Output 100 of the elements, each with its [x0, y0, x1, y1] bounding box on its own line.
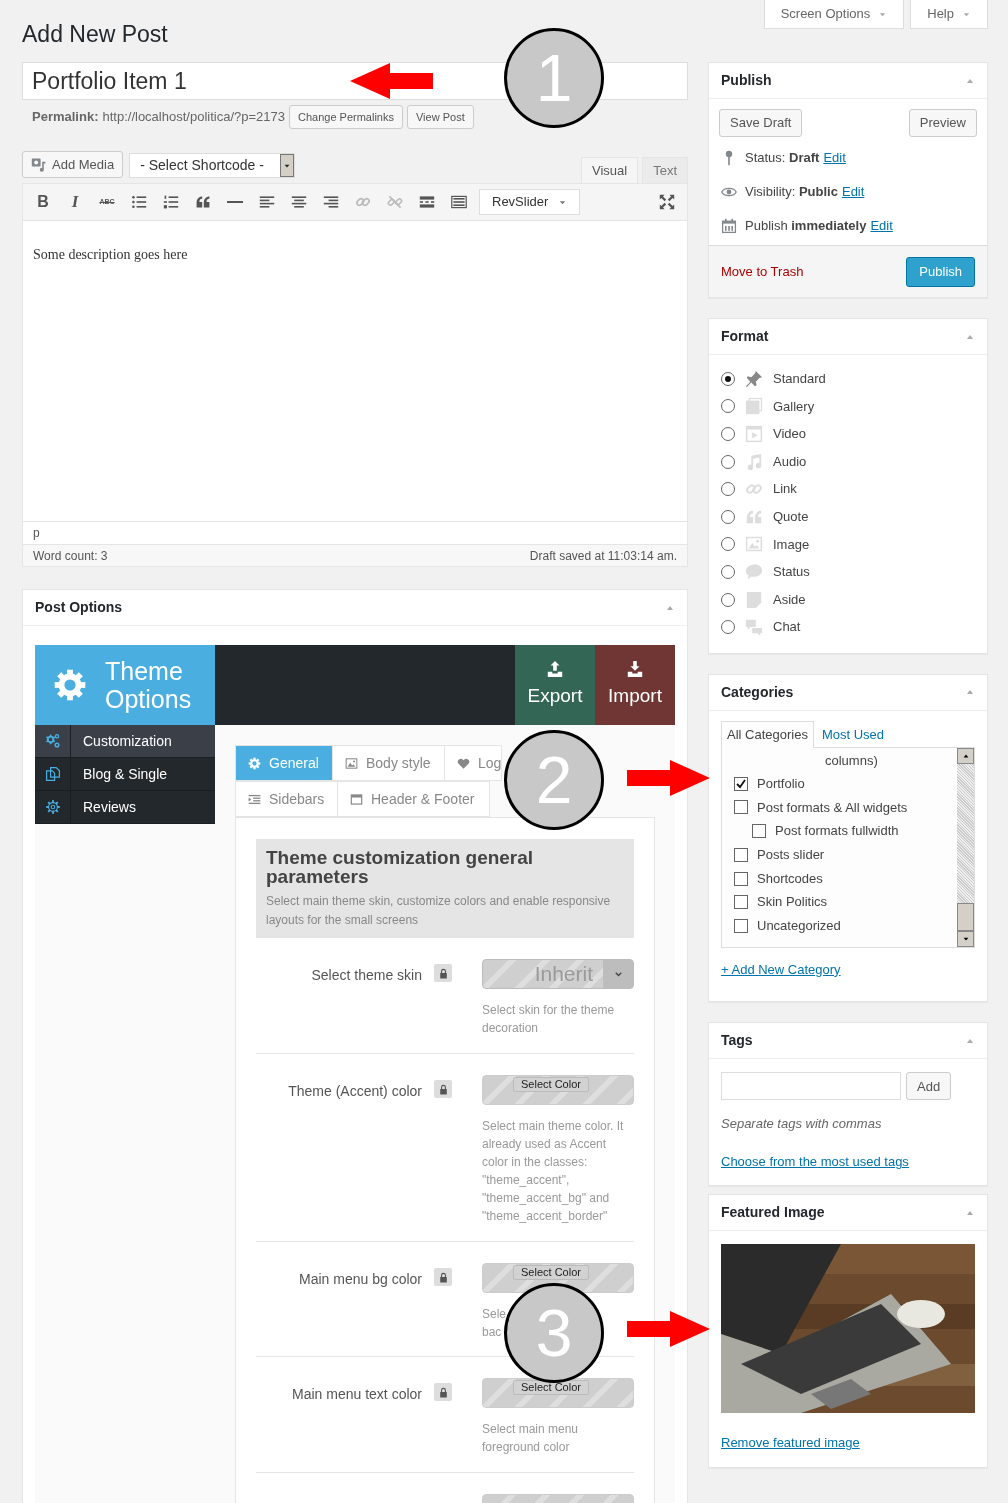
color-field[interactable]: Select Color	[482, 1263, 634, 1293]
category-label: Post formats & All widgets	[757, 798, 908, 817]
radio-button[interactable]	[721, 427, 735, 441]
field-label: Theme (Accent) color	[288, 1082, 422, 1101]
save-draft-button[interactable]: Save Draft	[719, 109, 803, 137]
color-field[interactable]: Select Color	[482, 1075, 634, 1105]
radio-button[interactable]	[721, 620, 735, 635]
field-hint: bac	[482, 1324, 502, 1341]
options-tab[interactable]: Sidebars	[235, 781, 338, 817]
format-label: Video	[773, 425, 806, 444]
element-path: p	[33, 525, 40, 542]
calendar-icon	[721, 218, 737, 234]
format-label: Quote	[773, 508, 809, 526]
scrollbar[interactable]	[957, 747, 974, 947]
select-color-button[interactable]: Select Color	[513, 1380, 589, 1395]
category-checkbox[interactable]	[734, 800, 748, 815]
category-checkbox[interactable]	[734, 871, 748, 886]
category-label: Portfolio	[757, 775, 805, 794]
preview-button[interactable]: Preview	[908, 109, 977, 137]
radio-button[interactable]	[721, 592, 735, 607]
field-label: Main menu bg color	[299, 1270, 422, 1289]
align-center-icon	[291, 194, 307, 210]
radio-button[interactable]	[721, 537, 735, 552]
edit-link[interactable]: Edit	[870, 216, 893, 236]
lock-badge[interactable]	[434, 1268, 452, 1286]
window-icon	[350, 792, 363, 806]
options-tab[interactable]: Log	[444, 745, 502, 781]
select-color-button[interactable]: Select Color	[513, 1265, 589, 1280]
add-tag-button[interactable]: Add	[906, 1072, 952, 1101]
category-checkbox[interactable]	[734, 776, 748, 791]
export-button[interactable]: Export	[515, 645, 595, 725]
screen-meta-tab[interactable]: Screen Options	[763, 0, 905, 29]
options-menu-item[interactable]: Reviews	[35, 791, 215, 824]
permalink-button[interactable]: Change Permalinks	[289, 105, 403, 129]
format-label: Chat	[773, 618, 801, 637]
radio-button[interactable]	[721, 509, 735, 524]
lock-badge[interactable]	[434, 964, 452, 982]
fullscreen-icon	[659, 194, 675, 210]
radio-button[interactable]	[721, 371, 735, 386]
field-hint: Sele	[482, 1306, 507, 1323]
speech-bubble-icon	[745, 562, 763, 581]
remove-image-link[interactable]: Remove featured image	[721, 1433, 975, 1453]
screen-meta-tab[interactable]: Help	[910, 0, 988, 29]
copy-icon	[44, 766, 61, 782]
most-used-tags-link[interactable]: Choose from the most used tags	[721, 1151, 975, 1172]
add-media-button[interactable]: Add Media	[22, 151, 124, 178]
category-tab[interactable]: Most Used	[813, 720, 893, 748]
lock-icon	[437, 1386, 449, 1398]
bold-button[interactable]: B	[27, 188, 59, 216]
options-tab[interactable]: Header & Footer	[337, 781, 490, 817]
format-label: Gallery	[773, 397, 815, 416]
category-checkbox[interactable]	[752, 824, 766, 839]
indent-list-icon	[248, 792, 261, 806]
heart-icon	[457, 756, 470, 770]
field-label: Main menu text color	[292, 1385, 422, 1404]
edit-link[interactable]: Edit	[841, 182, 865, 202]
image-icon	[745, 535, 763, 554]
align-right-icon	[323, 194, 339, 210]
radio-button[interactable]	[721, 454, 735, 469]
read-more-icon	[419, 194, 435, 210]
upload-icon	[546, 659, 564, 678]
category-label: columns)	[825, 751, 878, 770]
lock-icon	[437, 1271, 449, 1283]
field-hint: Select skin for the theme decoration	[482, 1002, 616, 1037]
gears-icon	[44, 733, 61, 749]
add-category-link[interactable]: + Add New Category	[721, 959, 975, 980]
theme-options-brand: Theme Options	[35, 645, 215, 725]
import-button[interactable]: Import	[595, 645, 675, 725]
tags-hint: Separate tags with commas	[721, 1115, 883, 1134]
format-label: Audio	[773, 452, 807, 471]
editor-mode-tab[interactable]: Text	[642, 157, 688, 183]
permalink-button[interactable]: View Post	[407, 105, 474, 129]
field-hint: Select main theme color. It already used as Accent color in the classes: "theme_accent", "theme_accent_bg" and "theme_accent_border"	[482, 1118, 625, 1225]
gallery-icon	[745, 397, 763, 416]
lock-badge[interactable]	[434, 1383, 452, 1401]
category-label: Post formats fullwidth	[775, 822, 899, 841]
edit-link[interactable]: Edit	[823, 148, 846, 168]
radio-button[interactable]	[721, 482, 735, 497]
scrollbar-thumb[interactable]	[957, 902, 974, 931]
category-checkbox[interactable]	[734, 895, 748, 910]
color-field[interactable]: Select Color	[482, 1378, 634, 1408]
category-checkbox[interactable]	[734, 847, 748, 862]
options-tab[interactable]: Body style	[332, 745, 445, 781]
format-label: Link	[773, 480, 797, 499]
select-color-button[interactable]: Select Color	[513, 1077, 589, 1092]
radio-button[interactable]	[721, 399, 735, 414]
italic-button[interactable]: I	[59, 188, 91, 216]
editor-content[interactable]: Some description goes here	[23, 221, 687, 521]
category-checkbox[interactable]	[734, 918, 748, 933]
options-menu-item[interactable]: Blog & Single	[35, 758, 215, 791]
options-menu-item[interactable]: Customization	[35, 725, 215, 758]
shortcode-select[interactable]: - Select Shortcode -	[129, 153, 296, 178]
tag-input[interactable]	[721, 1072, 901, 1101]
radio-button[interactable]	[721, 564, 735, 579]
move-to-trash-link[interactable]: Move to Trash	[721, 261, 804, 282]
revslider-dropdown[interactable]: RevSlider	[479, 189, 581, 215]
category-tab[interactable]: All Categories	[721, 720, 814, 748]
editor-mode-tab[interactable]: Visual	[580, 157, 639, 183]
lock-badge[interactable]	[434, 1080, 452, 1098]
panel-title: Publish	[721, 71, 772, 90]
